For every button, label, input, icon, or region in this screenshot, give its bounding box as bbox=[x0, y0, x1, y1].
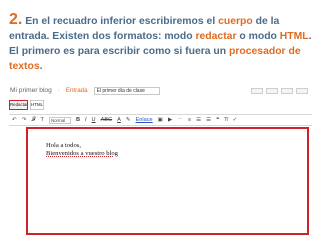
preview-button[interactable] bbox=[281, 87, 293, 94]
body-line-2: Bienvenidos a vuestro blog bbox=[46, 150, 118, 157]
bold-button[interactable]: B bbox=[76, 117, 80, 123]
instruction-segment: o modo bbox=[236, 31, 280, 42]
bullet-list-icon[interactable]: ☰ bbox=[206, 117, 211, 123]
numbered-list-icon[interactable]: ☰ bbox=[196, 117, 201, 123]
tab-html-mode[interactable]: HTML bbox=[30, 100, 44, 110]
italic-button[interactable]: I bbox=[85, 117, 87, 123]
editor-header: Mi primer blog · Entrada bbox=[9, 85, 312, 96]
quote-icon[interactable]: ❝ bbox=[216, 117, 219, 123]
redo-icon[interactable]: ↷ bbox=[22, 117, 27, 123]
publish-button[interactable] bbox=[251, 87, 263, 94]
paragraph-format-select[interactable]: Normal bbox=[48, 116, 71, 124]
close-button[interactable] bbox=[296, 87, 308, 94]
jump-break-icon[interactable]: ⋯ bbox=[177, 117, 183, 123]
post-body-editor[interactable]: Hola a todos, Bienvenidos a vuestro blog bbox=[26, 127, 309, 235]
post-body-text[interactable]: Hola a todos, Bienvenidos a vuestro blog bbox=[46, 142, 118, 158]
word-redactar: redactar bbox=[195, 31, 237, 42]
blog-name[interactable]: Mi primer blog bbox=[10, 87, 52, 94]
underline-button[interactable]: U bbox=[92, 117, 96, 123]
mode-tabs: Redactar HTML bbox=[9, 100, 44, 110]
undo-icon[interactable]: ↶ bbox=[12, 117, 17, 123]
clear-format-icon[interactable]: T̸ bbox=[224, 117, 227, 123]
tab-compose-mode[interactable]: Redactar bbox=[9, 100, 28, 110]
instruction-text: 2. En el recuadro inferior escribiremos … bbox=[9, 12, 315, 74]
breadcrumb-separator: · bbox=[57, 87, 60, 94]
save-button[interactable] bbox=[266, 87, 278, 94]
instruction-segment: . bbox=[39, 61, 43, 72]
post-title-input[interactable] bbox=[93, 86, 160, 95]
formatting-toolbar: ↶ ↷ 𝓕 T Normal B I U ABC A ✎ Enlace ▣ ▶ … bbox=[9, 114, 312, 126]
video-icon[interactable]: ▶ bbox=[168, 117, 172, 123]
link-button[interactable]: Enlace bbox=[136, 117, 153, 123]
header-actions bbox=[251, 87, 312, 94]
instruction-segment: En el recuadro inferior escribiremos el bbox=[22, 16, 219, 27]
spellcheck-icon[interactable]: ✓ bbox=[233, 117, 238, 123]
word-html: HTML bbox=[279, 31, 309, 42]
image-icon[interactable]: ▣ bbox=[158, 117, 163, 123]
font-family-icon[interactable]: 𝓕 bbox=[31, 117, 35, 124]
font-size-icon[interactable]: T bbox=[41, 117, 44, 123]
step-number: 2. bbox=[9, 11, 23, 28]
section-label: Entrada bbox=[65, 87, 88, 94]
text-color-icon[interactable]: A bbox=[117, 117, 121, 123]
align-icon[interactable]: ≡ bbox=[188, 117, 191, 123]
highlight-icon[interactable]: ✎ bbox=[126, 117, 131, 123]
body-line-1: Hola a todos, bbox=[46, 142, 81, 149]
blogger-editor-screenshot: Mi primer blog · Entrada Redactar HTML ↶… bbox=[9, 85, 312, 236]
word-cuerpo: cuerpo bbox=[218, 16, 253, 27]
strikethrough-button[interactable]: ABC bbox=[101, 117, 113, 123]
